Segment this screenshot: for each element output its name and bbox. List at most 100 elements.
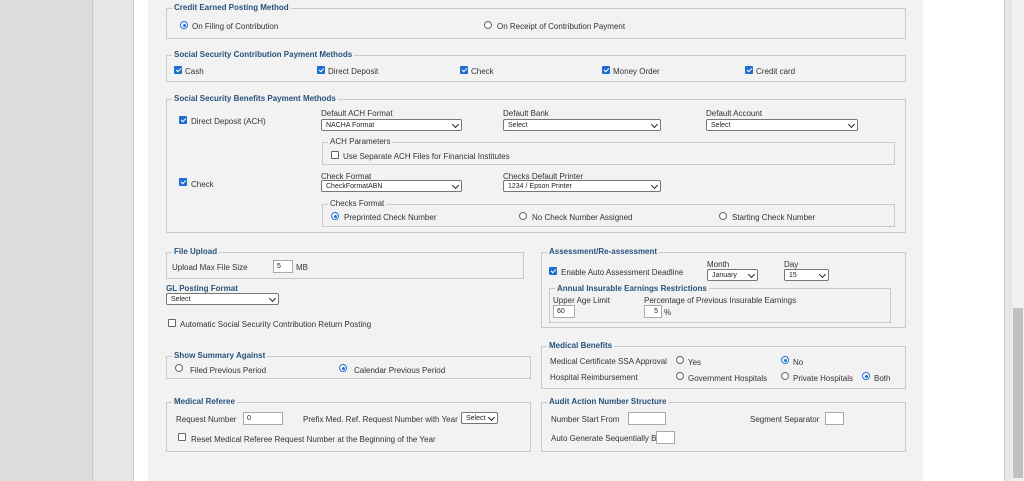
day-value: 15	[789, 272, 797, 279]
checkbox-money-order-label: Money Order	[613, 67, 660, 76]
medical-referee-group	[166, 402, 531, 452]
contribution-payment-legend: Social Security Contribution Payment Met…	[172, 50, 355, 59]
default-bank-label: Default Bank	[503, 109, 549, 118]
upper-age-label: Upper Age Limit	[553, 296, 610, 305]
max-file-size-input[interactable]: 5	[273, 260, 293, 273]
radio-preprinted-check[interactable]	[331, 212, 339, 220]
max-file-size-label: Upload Max File Size	[172, 263, 248, 272]
radio-no-check-number[interactable]	[519, 212, 527, 220]
radio-ssa-no[interactable]	[781, 356, 789, 364]
radio-calendar-previous-label: Calendar Previous Period	[354, 366, 446, 375]
month-value: January	[712, 272, 737, 279]
radio-on-receipt[interactable]	[484, 21, 492, 29]
medical-referee-legend: Medical Referee	[172, 397, 237, 406]
radio-government-hospitals[interactable]	[676, 372, 684, 380]
checkbox-credit-card[interactable]	[745, 66, 753, 74]
percentage-input[interactable]: 5	[644, 305, 662, 318]
prefix-year-select[interactable]: Select	[461, 412, 498, 424]
auto-return-posting-label: Automatic Social Security Contribution R…	[180, 320, 372, 329]
radio-both[interactable]	[862, 372, 870, 380]
ach-format-value: NACHA Format	[326, 122, 375, 129]
radio-calendar-previous[interactable]	[339, 364, 347, 372]
ssa-approval-label: Medical Certificate SSA Approval	[550, 357, 667, 366]
gl-posting-select[interactable]: Select	[166, 293, 279, 305]
prefix-year-value: Select	[466, 415, 486, 422]
insurable-earnings-legend: Annual Insurable Earnings Restrictions	[555, 284, 709, 293]
file-upload-legend: File Upload	[172, 247, 220, 256]
chevron-down-icon	[487, 413, 496, 422]
insurable-earnings-group	[549, 288, 891, 323]
radio-starting-check-label: Starting Check Number	[732, 213, 816, 222]
ach-format-select[interactable]: NACHA Format	[321, 119, 462, 131]
checkbox-cash[interactable]	[174, 66, 182, 74]
chevron-down-icon	[747, 270, 756, 279]
left-panel	[0, 0, 93, 481]
benefits-payment-legend: Social Security Benefits Payment Methods	[172, 94, 338, 103]
checkbox-money-order[interactable]	[602, 66, 610, 74]
auto-generate-input[interactable]	[656, 431, 675, 444]
day-select[interactable]: 15	[784, 269, 829, 281]
audit-action-group	[541, 402, 906, 452]
month-select[interactable]: January	[707, 269, 758, 281]
radio-on-filing[interactable]	[180, 21, 188, 29]
credit-posting-legend: Credit Earned Posting Method	[172, 3, 291, 12]
radio-starting-check[interactable]	[719, 212, 727, 220]
hospital-reimbursement-label: Hospital Reimbursement	[550, 373, 638, 382]
percentage-unit: %	[664, 308, 672, 317]
medical-benefits-legend: Medical Benefits	[547, 341, 615, 350]
benefit-check-label: Check	[191, 180, 214, 189]
gl-posting-legend: GL Posting Format	[166, 284, 238, 293]
radio-private-hospitals-label: Private Hospitals	[793, 374, 854, 383]
direct-deposit-ach-label: Direct Deposit (ACH)	[191, 117, 266, 126]
separate-ach-label: Use Separate ACH Files for Financial Ins…	[343, 152, 510, 161]
radio-filed-previous[interactable]	[175, 364, 183, 372]
checkbox-direct-deposit-label: Direct Deposit	[328, 67, 379, 76]
default-printer-value: 1234 / Epson Printer	[508, 183, 572, 190]
request-number-input[interactable]: 0	[243, 412, 283, 425]
assessment-legend: Assessment/Re-assessment	[547, 247, 660, 256]
checkbox-direct-deposit-ach[interactable]	[179, 116, 187, 124]
checkbox-separate-ach[interactable]	[331, 151, 339, 159]
checkbox-reset-referee[interactable]	[178, 433, 186, 441]
chevron-down-icon	[847, 120, 856, 129]
default-account-select[interactable]: Select	[706, 119, 858, 131]
checkbox-auto-assessment[interactable]	[549, 267, 557, 275]
radio-no-check-number-label: No Check Number Assigned	[532, 213, 633, 222]
check-format-select[interactable]: CheckFormatABN	[321, 180, 462, 192]
percentage-label: Percentage of Previous Insurable Earning…	[644, 296, 797, 305]
radio-preprinted-check-label: Preprinted Check Number	[344, 213, 437, 222]
ach-parameters-legend: ACH Parameters	[328, 137, 393, 146]
reset-referee-label: Reset Medical Referee Request Number at …	[191, 435, 436, 444]
scrollbar-thumb[interactable]	[1013, 308, 1023, 478]
segment-separator-input[interactable]	[825, 412, 844, 425]
default-bank-select[interactable]: Select	[503, 119, 661, 131]
ach-format-label: Default ACH Format	[321, 109, 393, 118]
auto-generate-label: Auto Generate Sequentially By	[551, 434, 661, 443]
checkbox-auto-return-posting[interactable]	[168, 319, 176, 327]
checkbox-check-label: Check	[471, 67, 494, 76]
chevron-down-icon	[650, 120, 659, 129]
auto-assessment-label: Enable Auto Assessment Deadline	[561, 268, 684, 277]
radio-private-hospitals[interactable]	[781, 372, 789, 380]
radio-filed-previous-label: Filed Previous Period	[190, 366, 267, 375]
chevron-down-icon	[451, 120, 460, 129]
default-printer-select[interactable]: 1234 / Epson Printer	[503, 180, 661, 192]
checkbox-direct-deposit[interactable]	[317, 66, 325, 74]
default-account-label: Default Account	[706, 109, 763, 118]
radio-ssa-yes[interactable]	[676, 356, 684, 364]
max-file-size-unit: MB	[296, 263, 308, 272]
upper-age-input[interactable]: 60	[553, 305, 575, 318]
checkbox-benefit-check[interactable]	[179, 178, 187, 186]
gl-posting-value: Select	[171, 296, 191, 303]
number-start-input[interactable]	[628, 412, 666, 425]
day-label: Day	[784, 260, 799, 269]
chevron-down-icon	[268, 294, 277, 303]
checkbox-check[interactable]	[460, 66, 468, 74]
audit-action-legend: Audit Action Number Structure	[547, 397, 669, 406]
chevron-down-icon	[818, 270, 827, 279]
request-number-label: Request Number	[176, 415, 237, 424]
checkbox-cash-label: Cash	[185, 67, 204, 76]
segment-separator-label: Segment Separator	[750, 415, 820, 424]
checks-format-legend: Checks Format	[328, 199, 387, 208]
check-format-value: CheckFormatABN	[326, 183, 383, 190]
